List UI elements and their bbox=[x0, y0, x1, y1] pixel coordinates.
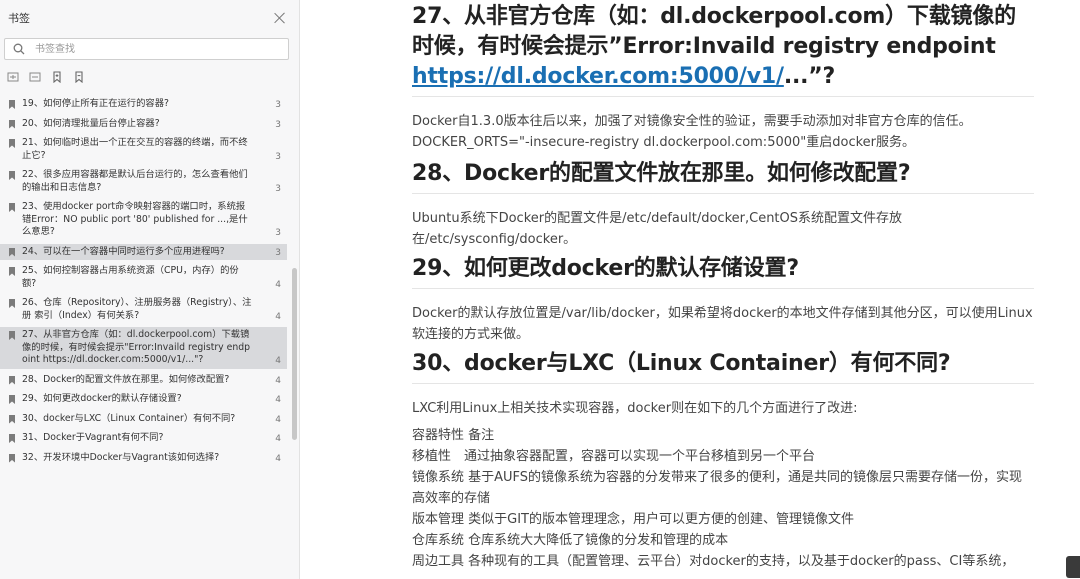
bookmark-item-label: 26、仓库（Repository）、注册服务器（Registry）、注册 索引（… bbox=[22, 297, 252, 321]
bookmark-icon bbox=[9, 395, 15, 404]
divider bbox=[412, 383, 1034, 384]
bookmark-item-label: 30、docker与LXC（Linux Container）有何不同? bbox=[22, 412, 236, 424]
bookmark-search[interactable] bbox=[4, 38, 289, 60]
paragraph-29: Docker的默认存放位置是/var/lib/docker，如果希望将docke… bbox=[412, 306, 1033, 342]
collapse-all-icon[interactable] bbox=[28, 70, 42, 84]
document-page: 27、从非官方仓库（如：dl.dockerpool.com）下载镜像的时候，有时… bbox=[412, 0, 1034, 572]
bookmark-icon bbox=[9, 331, 15, 340]
bookmark-item[interactable]: 27、从非官方仓库（如：dl.dockerpool.com）下载镜像的时候，有时… bbox=[0, 327, 287, 369]
bookmark-icon bbox=[9, 434, 15, 443]
document-view: 27、从非官方仓库（如：dl.dockerpool.com）下载镜像的时候，有时… bbox=[300, 0, 1080, 579]
heading-27-text: 27、从非官方仓库（如：dl.dockerpool.com）下载镜像的时候，有时… bbox=[412, 4, 1016, 59]
bookmark-item-label: 24、可以在一个容器中同时运行多个应用进程吗? bbox=[22, 245, 225, 257]
paragraph-28: Ubuntu系统下Docker的配置文件是/etc/default/docker… bbox=[412, 211, 903, 247]
bookmark-item-page: 4 bbox=[275, 453, 281, 464]
bookmark-item[interactable]: 31、Docker于Vagrant有何不同? 4 bbox=[0, 430, 287, 447]
bookmark-item-label: 28、Docker的配置文件放在那里。如何修改配置? bbox=[22, 373, 230, 385]
bookmark-item-label: 32、开发环境中Docker与Vagrant该如何选择? bbox=[22, 451, 220, 463]
bookmark-item[interactable]: 24、可以在一个容器中同时运行多个应用进程吗? 3 bbox=[0, 243, 287, 260]
table-line: 移植性 通过抽象容器配置，容器可以实现一个平台移植到另一个平台 bbox=[412, 449, 816, 464]
bookmark-icon bbox=[9, 203, 15, 212]
expand-all-icon[interactable] bbox=[6, 70, 20, 84]
bookmark-item-page: 4 bbox=[275, 375, 281, 386]
registry-link[interactable]: https://dl.docker.com:5000/v1/ bbox=[412, 64, 784, 89]
bookmark-item-label: 27、从非官方仓库（如：dl.dockerpool.com）下载镜像的时候，有时… bbox=[22, 329, 251, 365]
bookmark-item[interactable]: 21、如何临时退出一个正在交互的容器的终端，而不终止它? 3 bbox=[0, 135, 287, 164]
bookmark-item-page: 3 bbox=[275, 247, 281, 258]
bookmark-item[interactable]: 25、如何控制容器占用系统资源（CPU，内存）的份额? 4 bbox=[0, 263, 287, 292]
table-line: 镜像系统 基于AUFS的镜像系统为容器的分发带来了很多的便利，通是共同的镜像层只… bbox=[412, 470, 1023, 506]
bookmark-icon bbox=[9, 100, 15, 109]
bookmark-search-input[interactable] bbox=[33, 42, 257, 56]
bookmark-item-page: 4 bbox=[275, 434, 281, 444]
heading-30: 30、docker与LXC（Linux Container）有何不同? bbox=[412, 351, 951, 376]
remove-bookmark-icon[interactable] bbox=[72, 70, 86, 84]
bookmark-scrollbar[interactable] bbox=[292, 96, 297, 576]
bookmark-item-page: 3 bbox=[275, 100, 281, 110]
bookmark-item-page: 3 bbox=[275, 183, 281, 194]
bookmark-panel-title: 书签 bbox=[8, 12, 30, 25]
bookmark-item[interactable]: 20、如何清理批量后台停止容器? 3 bbox=[0, 116, 287, 133]
bookmark-item-label: 19、如何停止所有正在运行的容器? bbox=[22, 98, 169, 109]
bookmark-item-label: 25、如何控制容器占用系统资源（CPU，内存）的份额? bbox=[22, 265, 239, 289]
add-bookmark-icon[interactable] bbox=[50, 70, 64, 84]
bookmark-item-page: 4 bbox=[275, 311, 281, 322]
bookmark-toolbar bbox=[0, 60, 299, 90]
heading-27: 27、从非官方仓库（如：dl.dockerpool.com）下载镜像的时候，有时… bbox=[412, 0, 1034, 92]
bookmark-item-label: 31、Docker于Vagrant有何不同? bbox=[22, 432, 164, 443]
bookmark-icon bbox=[9, 453, 15, 463]
table-line: 周边工具 各种现有的工具（配置管理、云平台）对docker的支持，以及基于doc… bbox=[412, 554, 1015, 569]
comparison-table: 容器特性 备注 移植性 通过抽象容器配置，容器可以实现一个平台移植到另一个平台 … bbox=[412, 425, 1034, 572]
bookmark-item-page: 4 bbox=[275, 356, 281, 366]
bookmark-icon bbox=[9, 171, 15, 180]
heading-28: 28、Docker的配置文件放在那里。如何修改配置? bbox=[412, 161, 911, 186]
bookmark-item-page: 4 bbox=[275, 414, 281, 425]
table-line: 仓库系统 仓库系统大大降低了镜像的分发和管理的成本 bbox=[412, 533, 729, 548]
scrollbar-thumb[interactable] bbox=[292, 268, 297, 440]
bookmark-item-page: 4 bbox=[275, 395, 281, 405]
bookmark-item[interactable]: 28、Docker的配置文件放在那里。如何修改配置? 4 bbox=[0, 372, 287, 389]
bookmark-item-page: 3 bbox=[275, 119, 281, 130]
bookmark-panel: 书签 19、如何停止所有正在运行的容器? 3 20、如何清理批量后台停止容器? 3 … bbox=[0, 0, 300, 579]
bookmark-item-label: 20、如何清理批量后台停止容器? bbox=[22, 117, 160, 129]
bookmark-icon bbox=[9, 375, 15, 385]
heading-27-tail: ...”? bbox=[783, 64, 836, 89]
search-icon bbox=[13, 43, 25, 55]
divider bbox=[412, 96, 1034, 97]
heading-29: 29、如何更改docker的默认存储设置? bbox=[412, 256, 799, 281]
close-icon[interactable] bbox=[273, 11, 287, 25]
bookmark-item[interactable]: 19、如何停止所有正在运行的容器? 3 bbox=[0, 96, 287, 113]
bookmark-item[interactable]: 23、使用docker port命令映射容器的端口时，系统报错Error：NO … bbox=[0, 199, 287, 241]
scroll-to-bottom-button[interactable] bbox=[1066, 556, 1080, 578]
bookmark-item[interactable]: 22、很多应用容器都是默认后台运行的，怎么查看他们的输出和日志信息? 3 bbox=[0, 167, 287, 196]
bookmark-item-page: 3 bbox=[275, 151, 281, 162]
bookmark-list: 19、如何停止所有正在运行的容器? 3 20、如何清理批量后台停止容器? 3 21、… bbox=[0, 96, 287, 469]
bookmark-item-label: 29、如何更改docker的默认存储设置? bbox=[22, 393, 182, 404]
bookmark-panel-header: 书签 bbox=[0, 0, 299, 36]
bookmark-item[interactable]: 30、docker与LXC（Linux Container）有何不同? 4 bbox=[0, 411, 287, 428]
table-line: 容器特性 备注 bbox=[412, 428, 495, 443]
bookmark-icon bbox=[9, 139, 15, 148]
bookmark-item-label: 23、使用docker port命令映射容器的端口时，系统报错Error：NO … bbox=[22, 201, 248, 237]
bookmark-item[interactable]: 32、开发环境中Docker与Vagrant该如何选择? 4 bbox=[0, 450, 287, 467]
bookmark-item-page: 4 bbox=[275, 279, 281, 290]
table-line: 版本管理 类似于GIT的版本管理理念，用户可以更方便的创建、管理镜像文件 bbox=[412, 512, 854, 527]
paragraph-30: LXC利用Linux上相关技术实现容器，docker则在如下的几个方面进行了改进… bbox=[412, 401, 858, 416]
bookmark-icon bbox=[9, 299, 15, 308]
bookmark-item[interactable]: 26、仓库（Repository）、注册服务器（Registry）、注册 索引（… bbox=[0, 295, 287, 324]
divider bbox=[412, 288, 1034, 289]
bookmark-item-page: 3 bbox=[275, 228, 281, 238]
bookmark-icon bbox=[9, 119, 15, 129]
divider bbox=[412, 193, 1034, 194]
bookmark-icon bbox=[9, 267, 15, 276]
bookmark-icon bbox=[9, 247, 15, 257]
bookmark-icon bbox=[9, 414, 15, 424]
bookmark-item[interactable]: 29、如何更改docker的默认存储设置? 4 bbox=[0, 391, 287, 408]
bookmark-item-label: 22、很多应用容器都是默认后台运行的，怎么查看他们的输出和日志信息? bbox=[22, 169, 248, 193]
paragraph-27: Docker自1.3.0版本往后以来，加强了对镜像安全性的验证，需要手动添加对非… bbox=[412, 114, 972, 150]
bookmark-item-label: 21、如何临时退出一个正在交互的容器的终端，而不终止它? bbox=[22, 137, 248, 161]
